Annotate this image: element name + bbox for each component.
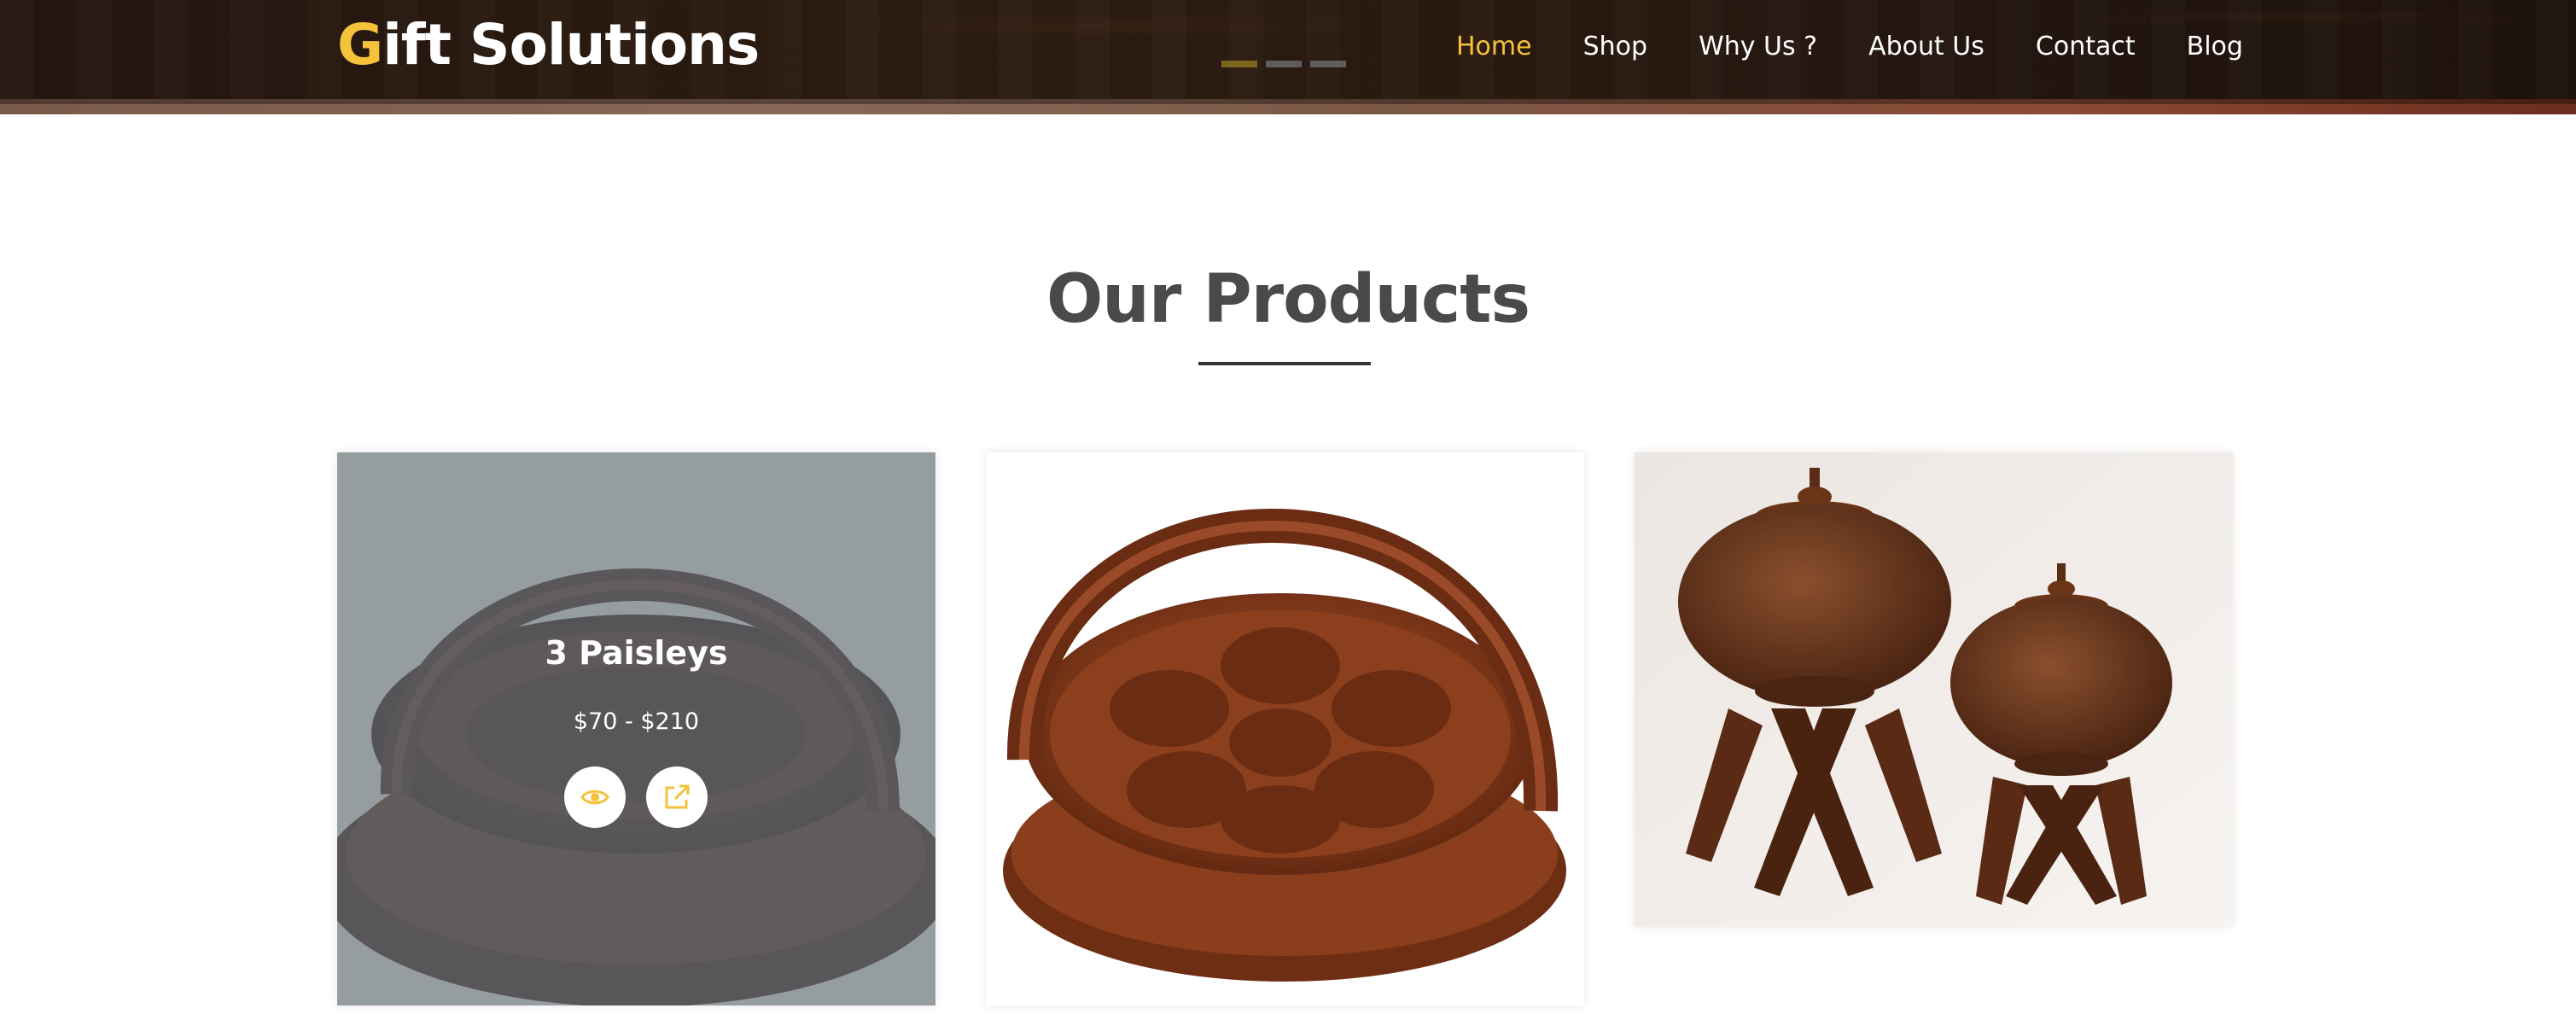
product-overlay-content: 3 Paisleys $70 - $210 [337, 452, 935, 1005]
site-logo[interactable]: Gift Solutions [337, 7, 760, 84]
section-title-underline [1198, 362, 1371, 365]
slider-dot-2[interactable] [1266, 61, 1302, 67]
slider-dot-3[interactable] [1310, 61, 1346, 67]
quick-view-button[interactable] [564, 766, 626, 828]
eye-icon [580, 790, 609, 805]
main-nav: Home Shop Why Us ? About Us Contact Blog [1456, 26, 2294, 68]
logo-accent-letter: G [337, 12, 383, 78]
nav-item-about-us[interactable]: About Us [1868, 26, 1984, 68]
external-link-icon [665, 784, 690, 809]
nav-item-home[interactable]: Home [1456, 26, 1532, 68]
nav-item-blog[interactable]: Blog [2187, 26, 2243, 68]
product-price: $70 - $210 [573, 708, 700, 735]
product-name[interactable]: 3 Paisleys [337, 632, 935, 674]
hero-slider-indicators [1221, 61, 1346, 67]
nav-item-why-us[interactable]: Why Us ? [1699, 26, 1817, 68]
product-card-2[interactable] [986, 452, 1584, 1005]
open-product-button[interactable] [646, 766, 708, 828]
hero-edge-shade [0, 99, 2576, 104]
nav-item-contact[interactable]: Contact [2036, 26, 2136, 68]
slider-dot-1[interactable] [1221, 61, 1257, 67]
logo-text: ift Solutions [382, 12, 760, 78]
wooden-jars-on-stands-image [1635, 452, 2233, 927]
wooden-heart-tray-basket-image [986, 452, 1584, 1005]
product-card-3[interactable] [1635, 452, 2233, 927]
nav-item-shop[interactable]: Shop [1583, 26, 1647, 68]
product-card-1[interactable]: 3 Paisleys $70 - $210 [337, 452, 935, 1005]
section-title: Our Products [1046, 261, 1530, 338]
site-header: Gift Solutions Home Shop Why Us ? About … [0, 0, 2576, 114]
